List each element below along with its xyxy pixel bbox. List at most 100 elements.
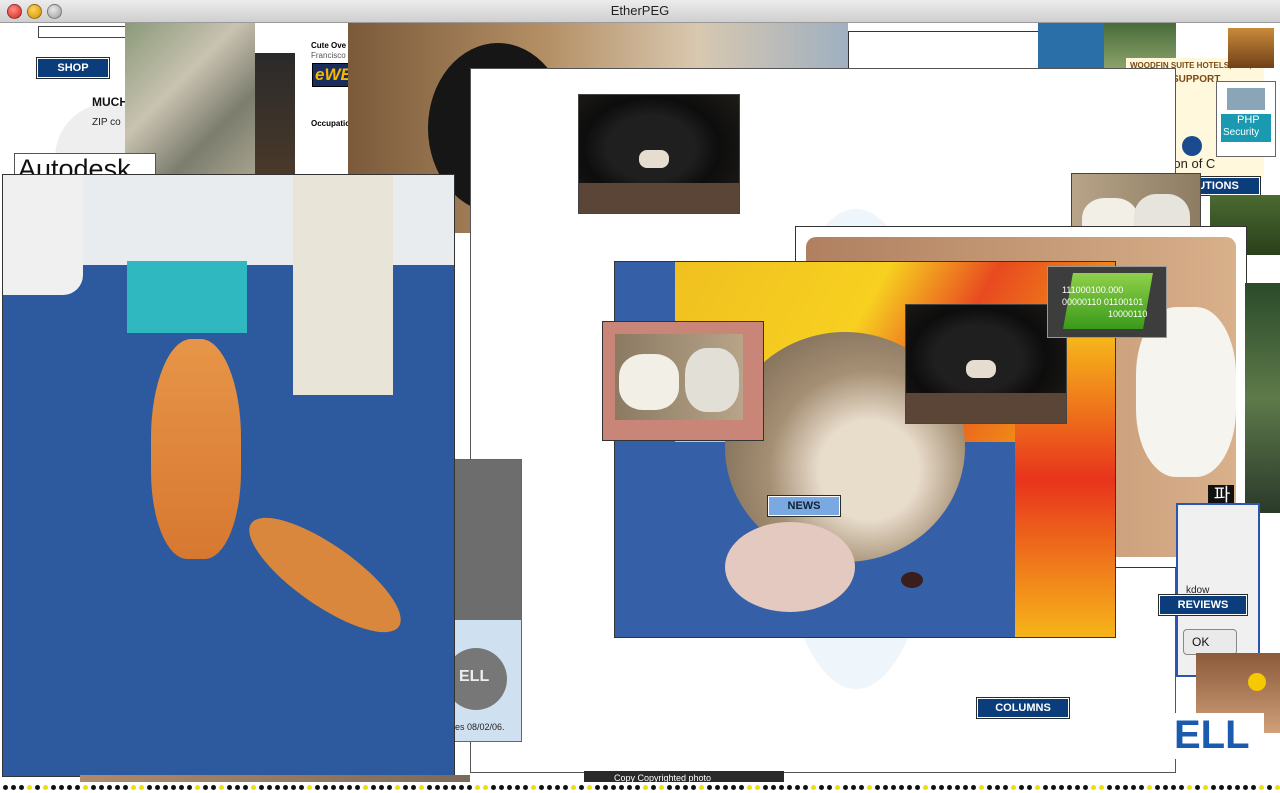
image-collage: MUCH ZIP co SHOP Autodesk Cute Ove Franc… — [0, 23, 1280, 793]
toilet — [3, 175, 83, 295]
status-dot — [779, 785, 784, 790]
status-dot — [1043, 785, 1048, 790]
columns-button[interactable]: COLUMNS — [976, 697, 1070, 719]
status-dot — [443, 785, 448, 790]
search-box — [38, 26, 125, 38]
status-dot — [1115, 785, 1120, 790]
status-dot — [627, 785, 632, 790]
shop-button[interactable]: SHOP — [36, 57, 110, 79]
status-dot — [1083, 785, 1088, 790]
status-dot — [795, 785, 800, 790]
status-dot — [531, 785, 536, 790]
status-dot — [1219, 785, 1224, 790]
dell-badge-text: ELL — [459, 668, 490, 685]
status-dot — [1139, 785, 1144, 790]
status-dot — [1099, 785, 1104, 790]
status-dot — [1163, 785, 1168, 790]
status-dot — [907, 785, 912, 790]
status-dot — [563, 785, 568, 790]
news-button[interactable]: NEWS — [767, 495, 841, 517]
status-dot — [1075, 785, 1080, 790]
status-dot — [1211, 785, 1216, 790]
status-dot — [1235, 785, 1240, 790]
status-dot — [995, 785, 1000, 790]
status-dot — [715, 785, 720, 790]
status-dot — [19, 785, 24, 790]
litter-box — [127, 261, 247, 333]
status-dot — [1179, 785, 1184, 790]
status-dot — [379, 785, 384, 790]
status-dot — [1051, 785, 1056, 790]
status-dot — [707, 785, 712, 790]
status-dot — [939, 785, 944, 790]
monitor-image — [455, 460, 521, 620]
status-dot — [1187, 785, 1192, 790]
status-dot — [515, 785, 520, 790]
status-dot — [275, 785, 280, 790]
status-dot — [323, 785, 328, 790]
support-text: SUPPORT — [1172, 74, 1221, 85]
hedgehog-nose — [901, 572, 923, 588]
status-dot — [1195, 785, 1200, 790]
francisco-text: Francisco — [311, 51, 346, 60]
ok-button-frame[interactable]: OK — [1183, 629, 1237, 655]
status-dot — [411, 785, 416, 790]
status-dot — [763, 785, 768, 790]
status-dot — [243, 785, 248, 790]
dell-big-text: ELL — [1174, 713, 1250, 757]
status-dot — [355, 785, 360, 790]
status-dot — [923, 785, 928, 790]
status-dot — [859, 785, 864, 790]
status-dot — [1155, 785, 1160, 790]
cute-over-text: Cute Ove — [311, 41, 347, 50]
status-dot — [251, 785, 256, 790]
status-dot — [1147, 785, 1152, 790]
status-dot — [419, 785, 424, 790]
window-title: EtherPEG — [610, 3, 670, 18]
status-dot — [611, 785, 616, 790]
status-dot — [755, 785, 760, 790]
status-dot — [91, 785, 96, 790]
status-dot — [787, 785, 792, 790]
status-dot — [723, 785, 728, 790]
dell-date-text: es 08/02/06. — [455, 722, 505, 732]
status-dot — [659, 785, 664, 790]
couch-fabric — [906, 393, 1066, 423]
status-dot — [1011, 785, 1016, 790]
status-dot — [435, 785, 440, 790]
status-dot — [67, 785, 72, 790]
status-dot — [867, 785, 872, 790]
status-dot — [1019, 785, 1024, 790]
status-dot — [219, 785, 224, 790]
status-dot — [683, 785, 688, 790]
status-dot — [899, 785, 904, 790]
occupation-text: Occupatio — [311, 119, 351, 128]
puppy-face-highlight — [966, 360, 996, 378]
status-dot — [331, 785, 336, 790]
status-dot — [315, 785, 320, 790]
status-dot — [459, 785, 464, 790]
status-dot — [819, 785, 824, 790]
status-dot — [467, 785, 472, 790]
status-dot — [187, 785, 192, 790]
status-dot — [291, 785, 296, 790]
binary-line-2: 00000110 01100101 — [1062, 297, 1144, 307]
status-dot — [587, 785, 592, 790]
status-dot — [1107, 785, 1112, 790]
status-dot — [1171, 785, 1176, 790]
binary-line-1: 111000100.000 — [1062, 285, 1124, 295]
status-dot — [171, 785, 176, 790]
status-dot — [1067, 785, 1072, 790]
status-dot — [283, 785, 288, 790]
status-dot — [675, 785, 680, 790]
status-dot — [835, 785, 840, 790]
status-dot — [235, 785, 240, 790]
status-dot — [451, 785, 456, 790]
status-dot — [507, 785, 512, 790]
cat-thumbnail — [1228, 28, 1274, 68]
reviews-button[interactable]: REVIEWS — [1158, 594, 1248, 616]
status-dot — [955, 785, 960, 790]
bird-illustration — [1227, 88, 1265, 110]
ok-button[interactable]: OK — [1192, 635, 1209, 649]
status-dot — [619, 785, 624, 790]
